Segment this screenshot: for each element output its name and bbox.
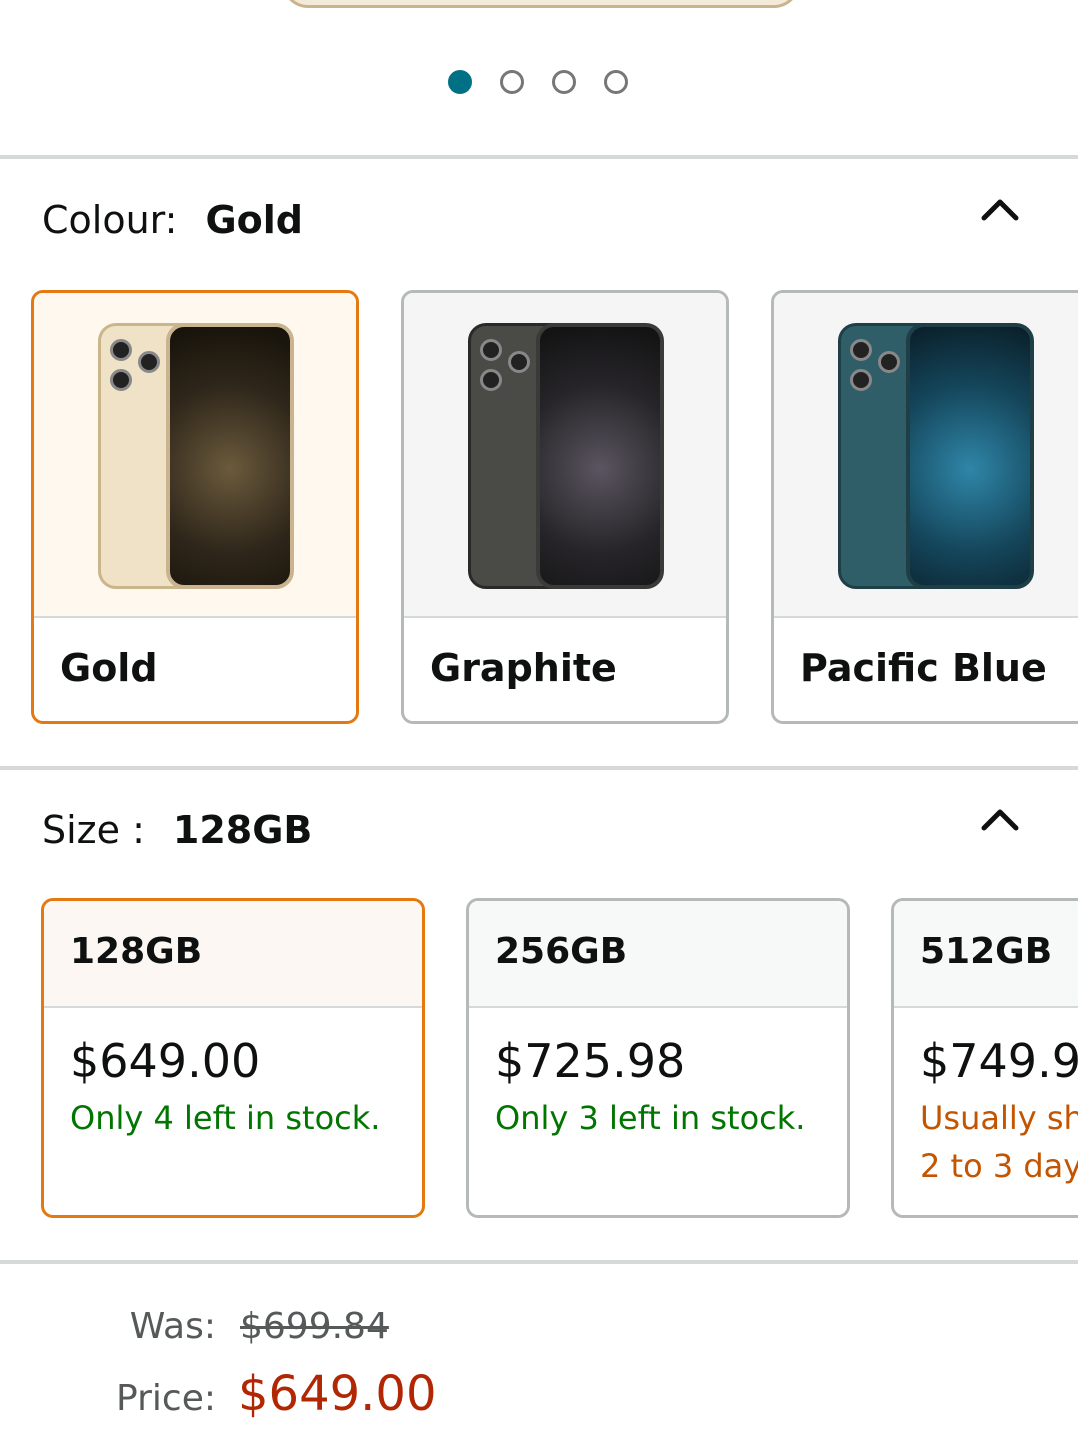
colour-header[interactable]: Colour: Gold — [42, 198, 303, 242]
pacific-blue-phone-image — [774, 293, 1078, 618]
size-option-label: 512GB — [894, 901, 1078, 1008]
carousel-dot-2[interactable] — [500, 70, 524, 94]
size-option-stock: Only 3 left in stock. — [495, 1099, 806, 1137]
current-price: $649.00 — [238, 1366, 437, 1422]
was-price: $699.84 — [240, 1306, 389, 1347]
colour-value: Gold — [205, 198, 303, 242]
colour-label: Colour: — [42, 198, 178, 242]
size-value: 128GB — [172, 808, 313, 852]
colour-option-gold[interactable]: Gold — [31, 290, 359, 724]
colour-option-label: Pacific Blue — [800, 646, 1047, 690]
price-row: Price: $649.00 — [0, 1366, 437, 1422]
divider — [0, 766, 1078, 770]
divider — [0, 155, 1078, 159]
size-option-stock-line2: 2 to 3 day — [920, 1147, 1078, 1185]
product-image-edge — [0, 0, 1078, 40]
size-option-label: 128GB — [44, 901, 422, 1008]
chevron-up-icon[interactable] — [980, 800, 1020, 840]
size-option-price: $749.9 — [920, 1034, 1078, 1088]
phone-image-bottom — [282, 0, 800, 8]
size-option-stock: Only 4 left in stock. — [70, 1099, 381, 1137]
carousel-dot-3[interactable] — [552, 70, 576, 94]
colour-option-pacific-blue[interactable]: Pacific Blue — [771, 290, 1078, 724]
size-label: Size : — [42, 808, 145, 852]
size-option-price: $725.98 — [495, 1034, 686, 1088]
was-price-row: Was: $699.84 — [0, 1306, 389, 1347]
colour-option-graphite[interactable]: Graphite — [401, 290, 729, 724]
size-header[interactable]: Size : 128GB — [42, 808, 312, 852]
size-option-label: 256GB — [469, 901, 847, 1008]
colour-option-label: Graphite — [430, 646, 617, 690]
colour-option-label: Gold — [60, 646, 158, 690]
carousel-dot-4[interactable] — [604, 70, 628, 94]
graphite-phone-image — [404, 293, 726, 618]
divider — [0, 1260, 1078, 1264]
size-option-stock: Usually sh — [920, 1099, 1078, 1137]
carousel-dots — [448, 70, 628, 94]
size-option-256gb[interactable]: 256GB $725.98 Only 3 left in stock. — [466, 898, 850, 1218]
size-option-price: $649.00 — [70, 1034, 261, 1088]
gold-phone-image — [34, 293, 356, 618]
was-label: Was: — [129, 1306, 216, 1347]
chevron-up-icon[interactable] — [980, 190, 1020, 230]
carousel-dot-1[interactable] — [448, 70, 472, 94]
size-option-512gb[interactable]: 512GB $749.9 Usually sh 2 to 3 day — [891, 898, 1078, 1218]
price-label: Price: — [116, 1378, 216, 1419]
size-option-128gb[interactable]: 128GB $649.00 Only 4 left in stock. — [41, 898, 425, 1218]
